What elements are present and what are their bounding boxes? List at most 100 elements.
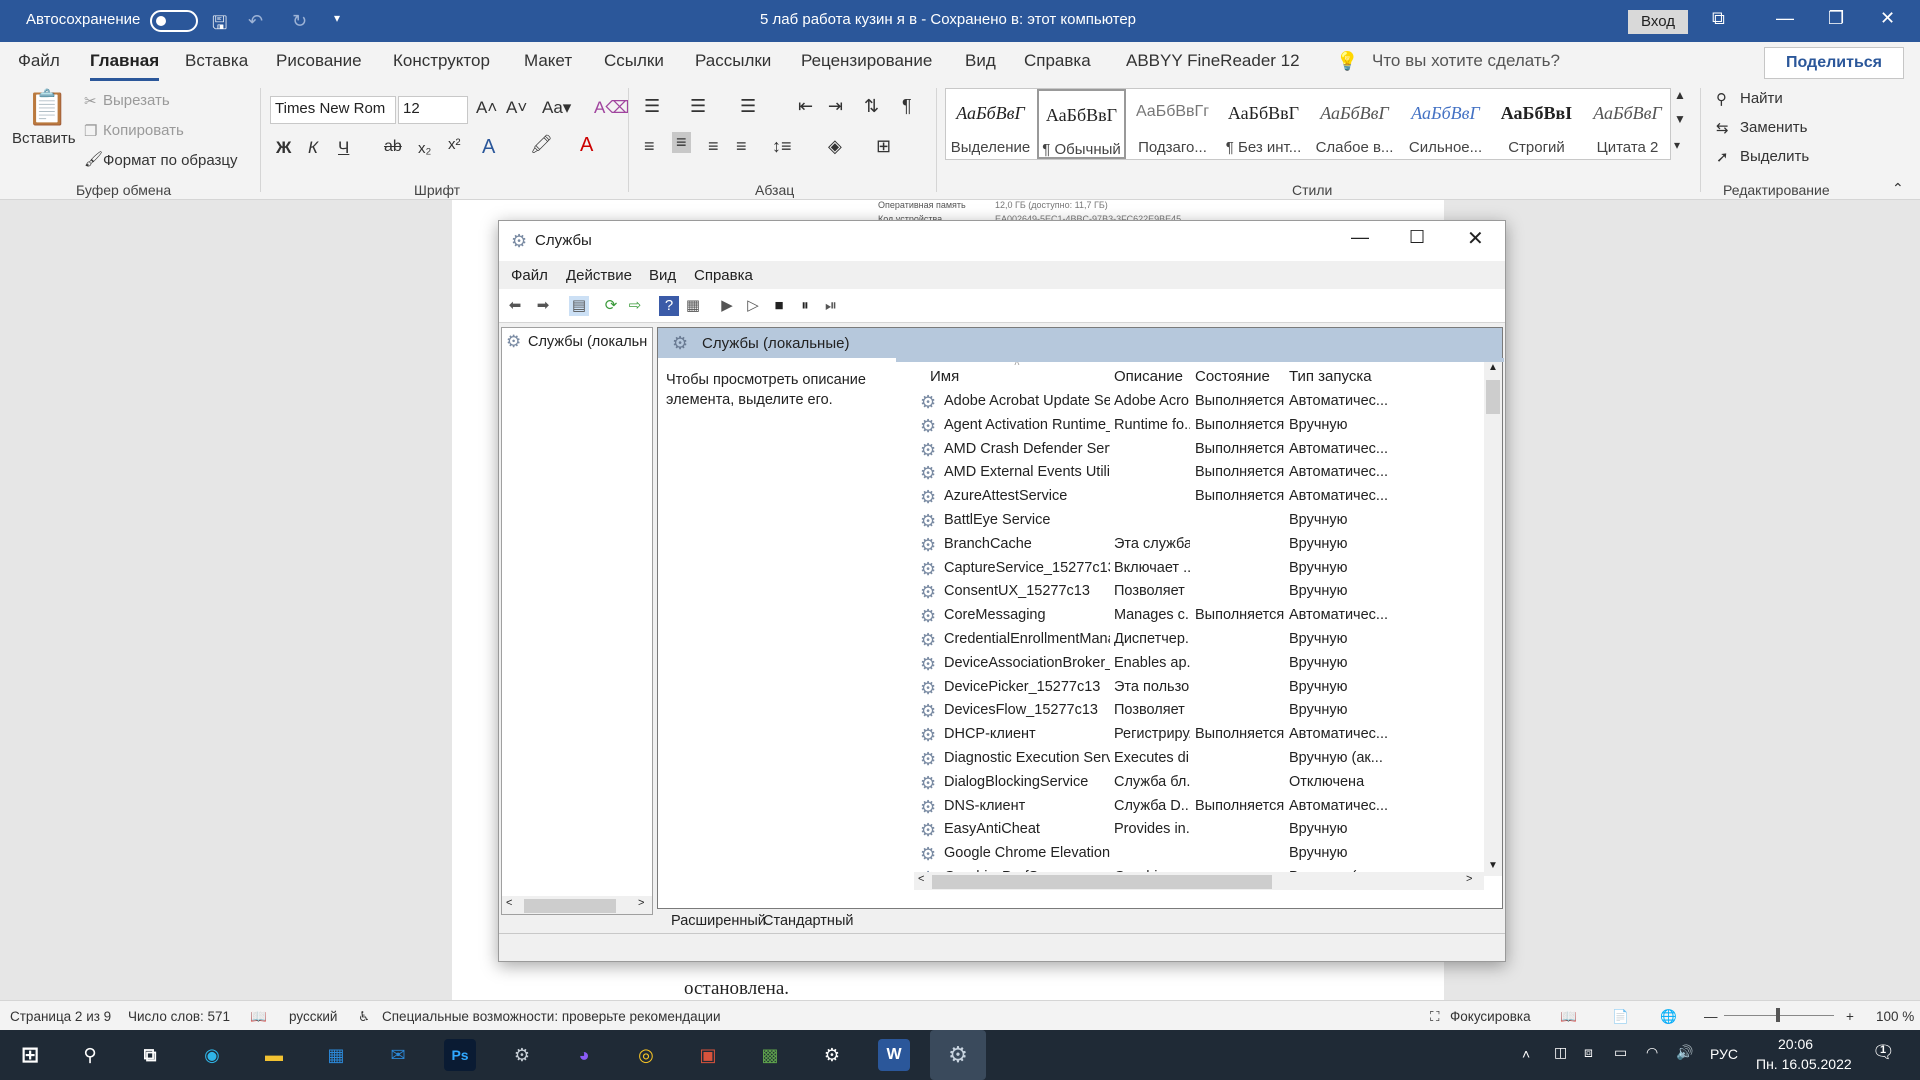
bullets-icon[interactable]: ☰ bbox=[644, 96, 660, 117]
superscript-icon[interactable]: x² bbox=[448, 136, 461, 153]
styles-scroll-down-icon[interactable]: ▼ bbox=[1674, 112, 1686, 126]
focus-icon[interactable]: ⛶ bbox=[1430, 1009, 1439, 1025]
menu-view[interactable]: Вид bbox=[649, 267, 676, 284]
scroll-left-icon[interactable]: < bbox=[506, 897, 512, 909]
file-explorer-icon[interactable]: ▬ bbox=[258, 1039, 290, 1071]
multilevel-list-icon[interactable]: ☰ bbox=[740, 96, 756, 117]
scroll-down-icon[interactable]: ▼ bbox=[1488, 860, 1498, 871]
font-color-icon[interactable]: A bbox=[580, 134, 593, 157]
cut-button[interactable]: Вырезать bbox=[103, 92, 170, 109]
table-row[interactable]: ⚙ DNS-клиент Служба D... Выполняется Автомат… bbox=[914, 795, 1474, 819]
align-right-icon[interactable]: ≡ bbox=[708, 136, 719, 157]
shading-icon[interactable]: ◈ bbox=[828, 136, 842, 157]
autosave-toggle[interactable] bbox=[150, 10, 198, 32]
help-icon[interactable]: ? bbox=[659, 296, 679, 316]
properties-icon[interactable]: ▦ bbox=[683, 296, 703, 316]
tab-layout[interactable]: Макет bbox=[524, 51, 572, 71]
show-marks-icon[interactable]: ¶ bbox=[902, 96, 912, 117]
language-tray[interactable]: РУС bbox=[1710, 1046, 1738, 1062]
style-emphasis[interactable]: АаБбВвГ Выделение bbox=[946, 89, 1035, 159]
discord-icon[interactable]: ◕ bbox=[568, 1039, 600, 1071]
scrollbar-thumb[interactable] bbox=[524, 899, 616, 913]
table-row[interactable]: ⚙ EasyAntiCheat Provides in... Вручную bbox=[914, 818, 1474, 842]
print-layout-icon[interactable]: 📄 bbox=[1612, 1009, 1629, 1025]
word-icon[interactable]: W bbox=[878, 1039, 910, 1071]
style-subtle-emphasis[interactable]: АаБбВвГ Слабое в... bbox=[1310, 89, 1399, 159]
cut-icon[interactable]: ✂ bbox=[84, 92, 97, 110]
tab-design[interactable]: Конструктор bbox=[393, 51, 490, 71]
tab-home[interactable]: Главная bbox=[90, 51, 160, 81]
start-service-alt-icon[interactable]: ▷ bbox=[743, 296, 763, 316]
align-center-icon[interactable]: ≡ bbox=[672, 132, 691, 153]
scrollbar-thumb[interactable] bbox=[932, 875, 1272, 889]
restart-service-icon[interactable]: ⏯ bbox=[821, 296, 841, 316]
zoom-in-icon[interactable]: + bbox=[1846, 1009, 1854, 1024]
strikethrough-icon[interactable]: ab bbox=[384, 138, 402, 156]
replace-button[interactable]: Заменить bbox=[1740, 119, 1807, 136]
horizontal-scrollbar[interactable]: < > bbox=[914, 872, 1484, 890]
export-list-icon[interactable]: ⇨ bbox=[625, 296, 645, 316]
clock-time[interactable]: 20:06 bbox=[1778, 1036, 1813, 1052]
column-name[interactable]: Имя bbox=[930, 368, 959, 385]
table-row[interactable]: ⚙ CaptureService_15277c13 Включает ... Вруч… bbox=[914, 557, 1474, 581]
photoshop-icon[interactable]: Ps bbox=[444, 1039, 476, 1071]
scroll-right-icon[interactable]: > bbox=[1466, 873, 1472, 885]
format-painter-button[interactable]: Формат по образцу bbox=[103, 152, 238, 169]
scroll-up-icon[interactable]: ▲ bbox=[1488, 362, 1498, 373]
style-subtitle[interactable]: АаБбВвГг Подзаго... bbox=[1128, 89, 1217, 159]
tab-standard[interactable]: Стандартный bbox=[763, 913, 853, 929]
style-intense-emphasis[interactable]: АаБбВвГ Сильное... bbox=[1401, 89, 1490, 159]
increase-indent-icon[interactable]: ⇥ bbox=[828, 96, 843, 117]
column-startup-type[interactable]: Тип запуска bbox=[1289, 368, 1372, 385]
menu-file[interactable]: Файл bbox=[511, 267, 548, 284]
accessibility-icon[interactable]: ♿ bbox=[358, 1009, 370, 1025]
show-hidden-icons-icon[interactable]: ˄ bbox=[1522, 1046, 1530, 1062]
table-row[interactable]: ⚙ Google Chrome Elevation Se... Вручную bbox=[914, 842, 1474, 866]
scrollbar-thumb[interactable] bbox=[1486, 380, 1500, 414]
maximize-icon[interactable]: ☐ bbox=[1409, 227, 1425, 248]
minecraft-icon[interactable]: ▩ bbox=[754, 1039, 786, 1071]
back-arrow-icon[interactable]: ⬅ bbox=[505, 296, 525, 316]
minimize-icon[interactable]: — bbox=[1351, 227, 1369, 248]
minimize-icon[interactable]: — bbox=[1776, 8, 1794, 29]
tab-review[interactable]: Рецензирование bbox=[801, 51, 932, 71]
share-button[interactable]: Поделиться bbox=[1764, 47, 1904, 79]
table-row[interactable]: ⚙ BattlEye Service Вручную bbox=[914, 509, 1474, 533]
read-mode-icon[interactable]: 📖 bbox=[1560, 1009, 1577, 1025]
clock-date[interactable]: Пн. 16.05.2022 bbox=[1756, 1056, 1852, 1072]
close-icon[interactable]: ✕ bbox=[1880, 8, 1895, 29]
word-count[interactable]: Число слов: 571 bbox=[128, 1009, 230, 1024]
shrink-font-icon[interactable]: A˅ bbox=[506, 98, 527, 118]
start-service-icon[interactable]: ▶ bbox=[717, 296, 737, 316]
tab-file[interactable]: Файл bbox=[18, 51, 60, 71]
search-icon[interactable]: ⚲ bbox=[74, 1039, 106, 1071]
forward-arrow-icon[interactable]: ➡ bbox=[533, 296, 553, 316]
table-row[interactable]: ⚙ DHCP-клиент Регистриру... ВыполняетсяАвто… bbox=[914, 723, 1474, 747]
paste-label[interactable]: Вставить bbox=[12, 130, 76, 147]
column-status[interactable]: Состояние bbox=[1195, 368, 1270, 385]
paste-icon[interactable]: 📋 bbox=[26, 88, 68, 128]
style-normal[interactable]: АаБбВвГ ¶ Обычный bbox=[1037, 89, 1126, 159]
proofing-icon[interactable]: 📖 bbox=[250, 1009, 267, 1025]
table-row[interactable]: ⚙ AMD External Events Utility Выполняется А… bbox=[914, 461, 1474, 485]
table-row[interactable]: ⚙ DialogBlockingService Служба бл... Отключ… bbox=[914, 771, 1474, 795]
tray-capture-icon[interactable]: ⧈ bbox=[1584, 1044, 1593, 1061]
highlight-icon[interactable]: 🖍 bbox=[530, 134, 553, 155]
borders-icon[interactable]: ⊞ bbox=[876, 136, 891, 157]
table-row[interactable]: ⚙ ConsentUX_15277c13 Позволяет ... Вручную bbox=[914, 580, 1474, 604]
align-left-icon[interactable]: ≡ bbox=[644, 136, 655, 157]
copy-icon[interactable]: ❐ bbox=[84, 122, 97, 140]
find-button[interactable]: Найти bbox=[1740, 90, 1783, 107]
show-console-tree-icon[interactable]: ▤ bbox=[569, 296, 589, 316]
tab-references[interactable]: Ссылки bbox=[604, 51, 664, 71]
format-painter-icon[interactable]: 🖌 bbox=[84, 150, 103, 168]
steam-icon[interactable]: ⚙ bbox=[506, 1039, 538, 1071]
select-button[interactable]: Выделить bbox=[1740, 148, 1809, 165]
style-no-spacing[interactable]: АаБбВвГ ¶ Без инт... bbox=[1219, 89, 1308, 159]
tab-insert[interactable]: Вставка bbox=[185, 51, 248, 71]
grow-font-icon[interactable]: A˄ bbox=[476, 98, 497, 118]
tree-item-services-local[interactable]: Службы (локальн bbox=[528, 334, 647, 350]
underline-button[interactable]: Ч bbox=[338, 138, 349, 158]
ribbon-display-icon[interactable]: ⧉ bbox=[1712, 8, 1725, 29]
login-button[interactable]: Вход bbox=[1628, 10, 1688, 34]
